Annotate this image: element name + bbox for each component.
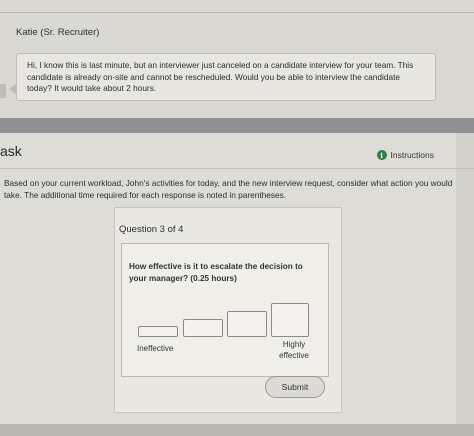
top-divider bbox=[0, 12, 474, 13]
rating-option-4[interactable] bbox=[271, 303, 309, 337]
info-icon: i bbox=[376, 150, 387, 160]
chat-sender: Katie (Sr. Recruiter) bbox=[16, 27, 100, 38]
rating-option-2[interactable] bbox=[183, 319, 223, 337]
right-gutter bbox=[456, 133, 474, 424]
scale-low-label: Ineffective bbox=[137, 344, 174, 353]
question-text: How effective is it to escalate the deci… bbox=[129, 262, 303, 283]
bottom-bar bbox=[0, 424, 474, 436]
rating-option-3[interactable] bbox=[227, 311, 267, 337]
rating-option-1[interactable] bbox=[138, 326, 178, 337]
section-separator-band bbox=[0, 118, 474, 133]
question-number: Question 3 of 4 bbox=[119, 224, 184, 235]
task-description: Based on your current workload, John's a… bbox=[4, 178, 453, 200]
bubble-tail bbox=[9, 84, 16, 94]
chat-message-text: Hi, I know this is last minute, but an i… bbox=[27, 60, 414, 93]
instructions-link[interactable]: i Instructions bbox=[376, 150, 434, 160]
task-title: ask bbox=[0, 143, 22, 159]
task-divider bbox=[0, 168, 474, 169]
scale-high-label: Highly effective bbox=[279, 340, 309, 360]
instructions-label: Instructions bbox=[390, 150, 434, 160]
left-edge-marker bbox=[0, 84, 6, 98]
submit-button[interactable]: Submit bbox=[265, 376, 325, 398]
chat-message-bubble: Hi, I know this is last minute, but an i… bbox=[16, 53, 436, 101]
